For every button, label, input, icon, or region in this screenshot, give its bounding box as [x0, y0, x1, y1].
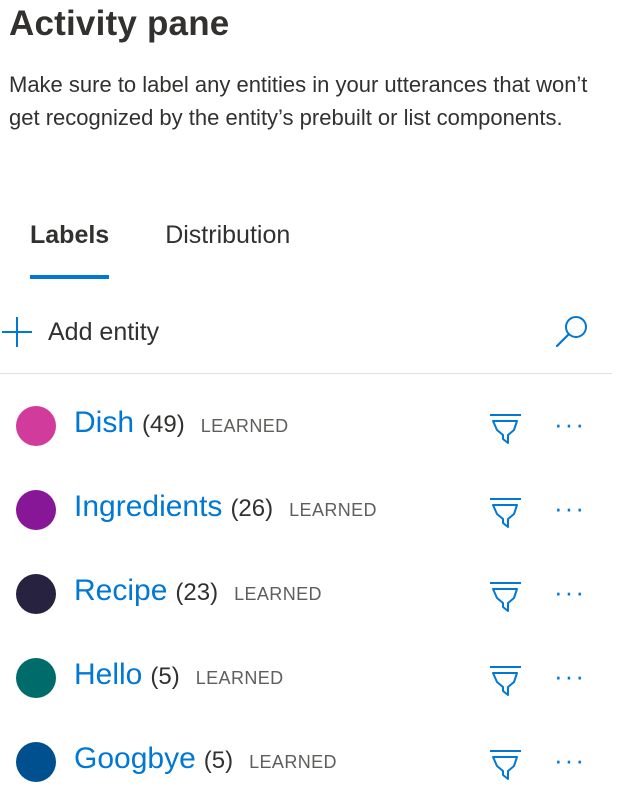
- highlighter-icon: [486, 750, 526, 788]
- entity-name-link[interactable]: Ingredients: [74, 490, 222, 524]
- more-options-button[interactable]: ···: [548, 408, 592, 448]
- label-entity-button[interactable]: [486, 492, 526, 532]
- entity-name-link[interactable]: Recipe: [74, 574, 167, 608]
- entity-row-ingredients: Ingredients (26) LEARNED ···: [0, 470, 612, 554]
- label-entity-button[interactable]: [486, 744, 526, 784]
- more-icon: ···: [554, 493, 586, 523]
- search-button[interactable]: [552, 312, 592, 352]
- highlighter-icon: [486, 666, 526, 704]
- highlighter-icon: [486, 498, 526, 536]
- entity-kind-badge: LEARNED: [234, 584, 322, 604]
- entity-name-link[interactable]: Hello: [74, 658, 142, 692]
- entity-name-link[interactable]: Dish: [74, 406, 134, 440]
- search-icon: [552, 316, 592, 356]
- more-options-button[interactable]: ···: [548, 492, 592, 532]
- entity-color-dot: [16, 658, 56, 698]
- entity-kind-badge: LEARNED: [200, 416, 289, 436]
- entity-row-dish: Dish (49) LEARNED ···: [0, 386, 612, 470]
- more-options-button[interactable]: ···: [548, 576, 592, 616]
- more-icon: ···: [554, 745, 586, 775]
- add-entity-button[interactable]: Add entity: [0, 308, 159, 356]
- more-options-button[interactable]: ···: [548, 744, 592, 784]
- entity-color-dot: [16, 406, 56, 446]
- label-entity-button[interactable]: [486, 408, 526, 448]
- label-entity-button[interactable]: [486, 576, 526, 616]
- entity-row-hello: Hello (5) LEARNED ···: [0, 638, 612, 722]
- highlighter-icon: [486, 414, 526, 452]
- tab-bar: Labels Distribution: [30, 219, 346, 281]
- add-entity-label: Add entity: [48, 317, 160, 346]
- entity-row-recipe: Recipe (23) LEARNED ···: [0, 554, 612, 638]
- entity-color-dot: [16, 742, 56, 782]
- more-icon: ···: [554, 409, 586, 439]
- more-icon: ···: [554, 661, 586, 691]
- pane-title: Activity pane: [9, 4, 230, 43]
- entity-toolbar: Add entity: [0, 308, 612, 358]
- pane-description: Make sure to label any entities in your …: [9, 72, 588, 130]
- tab-distribution[interactable]: Distribution: [165, 219, 290, 281]
- entity-row-googbye: Googbye (5) LEARNED ···: [0, 722, 612, 806]
- entity-kind-badge: LEARNED: [249, 752, 337, 772]
- plus-icon: [0, 315, 34, 349]
- tab-labels[interactable]: Labels: [30, 219, 110, 281]
- entity-name-link[interactable]: Googbye: [74, 742, 196, 776]
- divider: [0, 373, 612, 374]
- more-icon: ···: [554, 577, 586, 607]
- entity-count: (23): [175, 579, 219, 606]
- entity-kind-badge: LEARNED: [195, 668, 284, 688]
- entity-list: Dish (49) LEARNED ··· Ingredients (26) L…: [0, 386, 612, 806]
- entity-count: (5): [203, 747, 234, 774]
- entity-color-dot: [16, 574, 56, 614]
- entity-kind-badge: LEARNED: [289, 500, 377, 520]
- more-options-button[interactable]: ···: [548, 660, 592, 700]
- entity-count: (26): [230, 495, 274, 522]
- highlighter-icon: [486, 582, 526, 620]
- entity-count: (49): [142, 411, 185, 438]
- label-entity-button[interactable]: [486, 660, 526, 700]
- entity-count: (5): [150, 663, 180, 690]
- entity-color-dot: [16, 490, 56, 530]
